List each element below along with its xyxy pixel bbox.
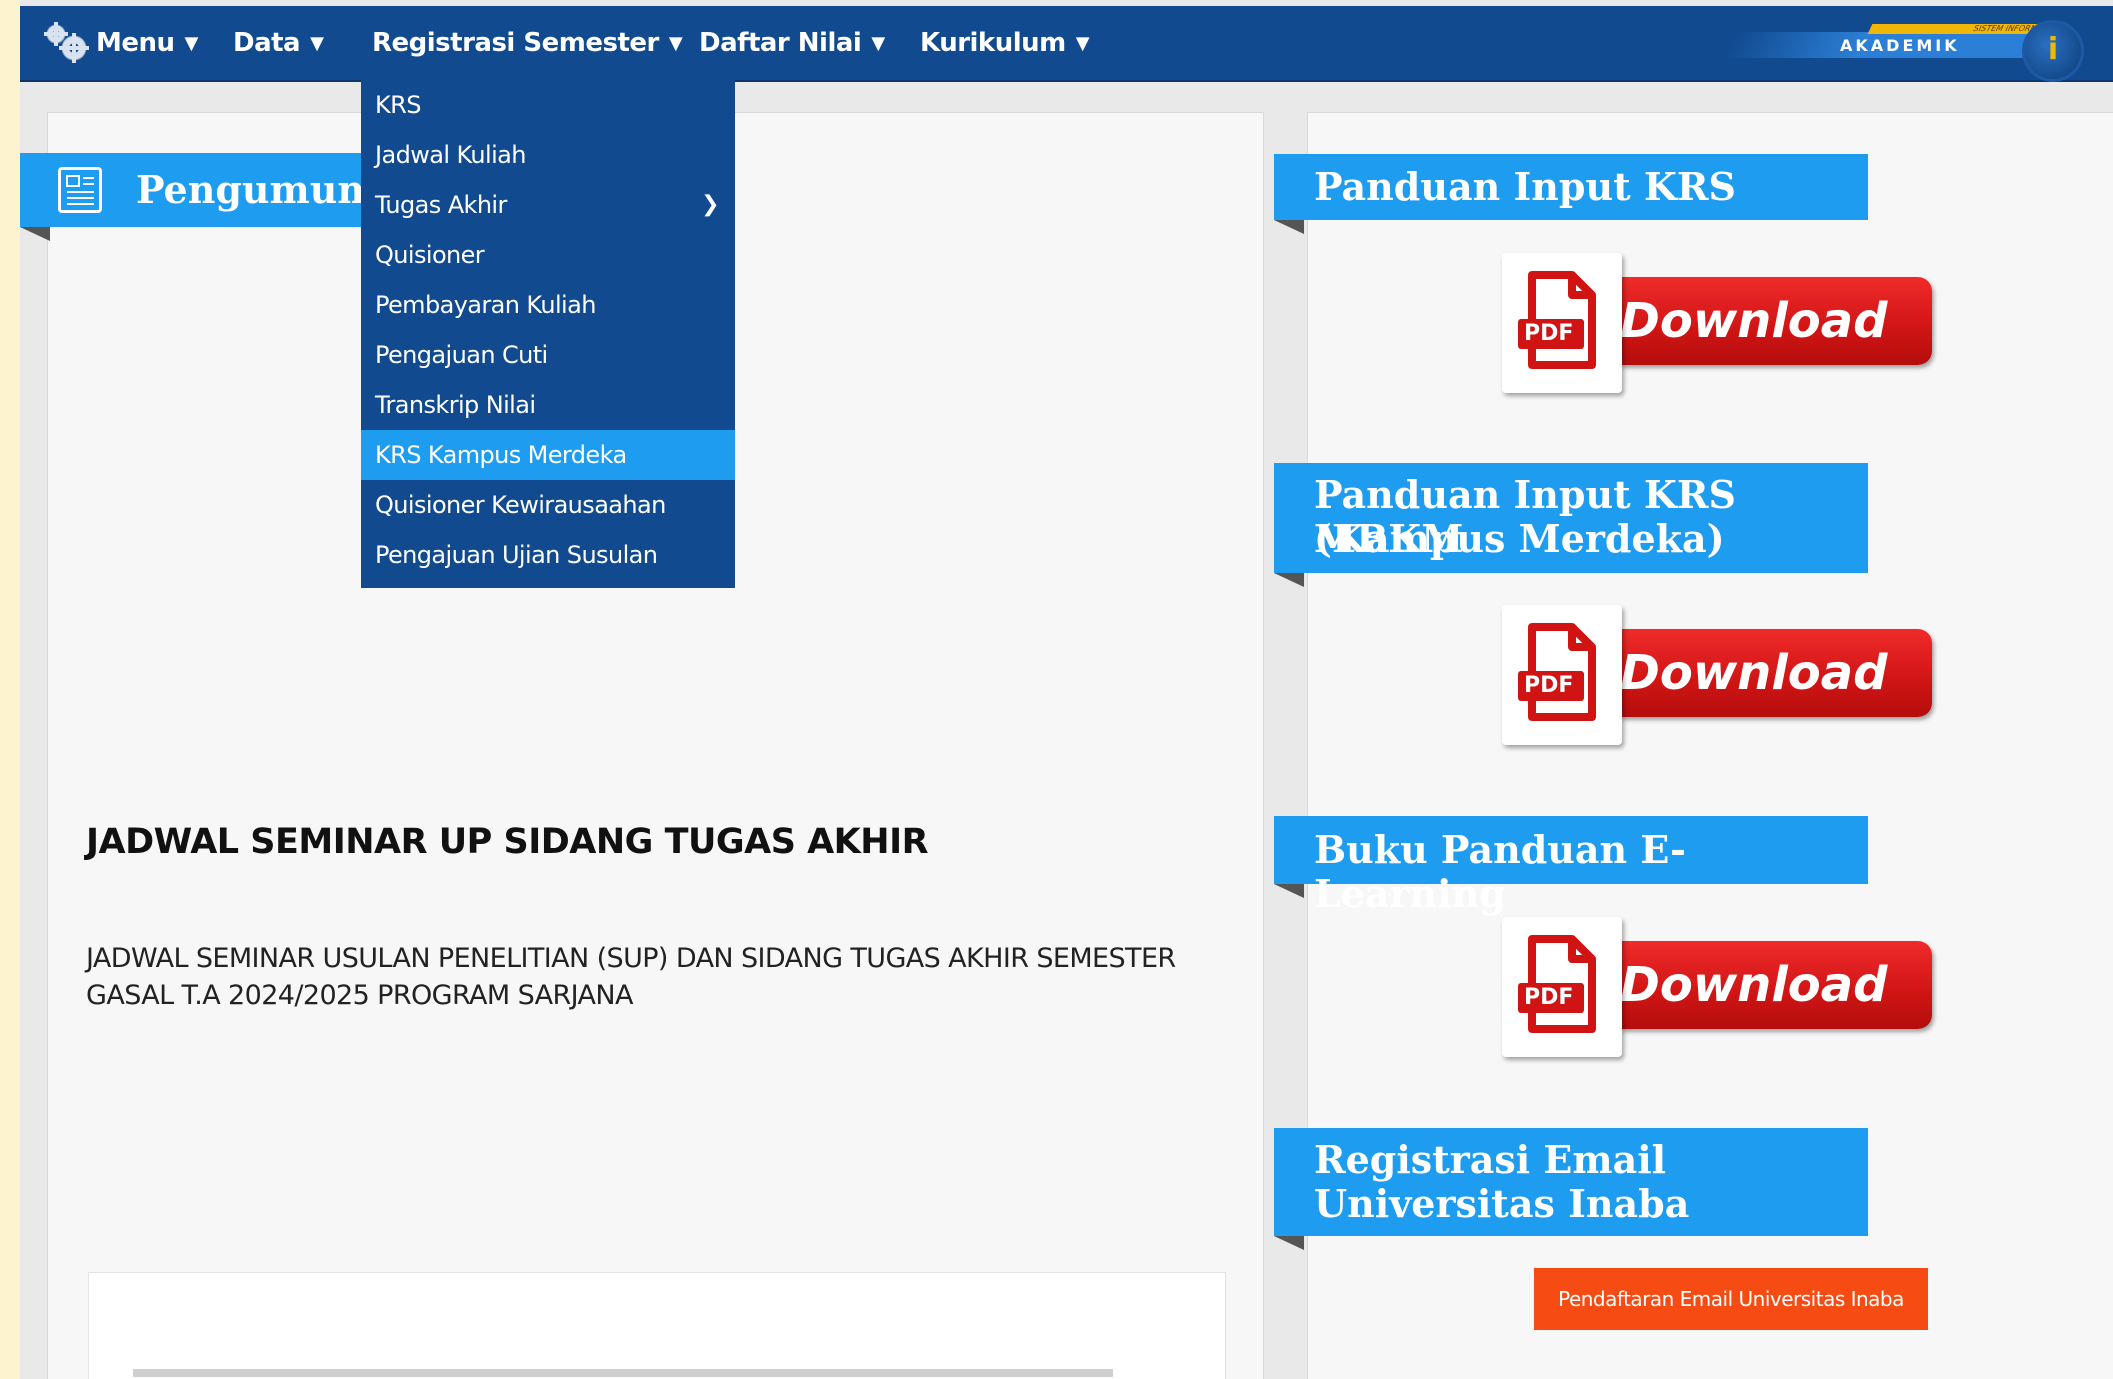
- download-button[interactable]: Download PDF: [1502, 253, 1936, 393]
- section-title-line2: (Kampus Merdeka): [1314, 516, 1725, 561]
- dropdown-item-pengajuan-cuti[interactable]: Pengajuan Cuti: [361, 330, 735, 380]
- pdf-icon: PDF: [1502, 253, 1622, 393]
- top-navbar: Menu ▼ Data ▼ Registrasi Semester ▼ Daftar …: [20, 6, 2113, 82]
- pdf-label: PDF: [1524, 985, 1574, 1010]
- section-ribbon-panduan-krs: Panduan Input KRS: [1274, 154, 1868, 220]
- nav-registrasi-label: Registrasi Semester: [372, 28, 659, 58]
- nav-daftar-nilai[interactable]: Daftar Nilai ▼: [699, 6, 885, 80]
- chevron-right-icon: ❯: [701, 192, 719, 217]
- nav-menu[interactable]: Menu ▼: [96, 6, 198, 80]
- pdf-label: PDF: [1524, 673, 1574, 698]
- embedded-text-line: [133, 1369, 1113, 1377]
- registrasi-semester-dropdown: KRS Jadwal Kuliah Tugas Akhir ❯ Quisione…: [361, 80, 735, 588]
- sidebar-panel: Panduan Input KRS Download PDF Panduan I…: [1274, 112, 2113, 1379]
- dropdown-item-jadwal-kuliah[interactable]: Jadwal Kuliah: [361, 130, 735, 180]
- nav-menu-label: Menu: [96, 28, 175, 58]
- dropdown-item-quisioner[interactable]: Quisioner: [361, 230, 735, 280]
- ribbon-fold: [1274, 220, 1304, 234]
- chevron-down-icon: ▼: [871, 33, 885, 54]
- section-ribbon-elearning: Buku Panduan E-Learning: [1274, 816, 1868, 916]
- pdf-icon: PDF: [1502, 605, 1622, 745]
- section-title-line2: Universitas Inaba: [1314, 1181, 1690, 1226]
- pdf-icon: PDF: [1502, 917, 1622, 1057]
- dropdown-item-tugas-akhir[interactable]: Tugas Akhir ❯: [361, 180, 735, 230]
- section-title: Panduan Input KRS: [1314, 164, 1736, 209]
- download-button[interactable]: Download PDF: [1502, 605, 1936, 745]
- register-email-button[interactable]: Pendaftaran Email Universitas Inaba: [1534, 1268, 1928, 1330]
- browser-viewport: Menu ▼ Data ▼ Registrasi Semester ▼ Daftar …: [20, 0, 2113, 1379]
- newspaper-glyph: [66, 175, 94, 205]
- nav-kurikulum-label: Kurikulum: [920, 28, 1066, 58]
- embedded-document[interactable]: [88, 1272, 1226, 1379]
- section-ribbon-registrasi-email: Registrasi Email Universitas Inaba: [1274, 1128, 1868, 1236]
- akademik-logo: SISTEM INFORMASI AKADEMIK i: [1700, 16, 2113, 82]
- logo-text: AKADEMIK: [1840, 36, 1960, 55]
- dropdown-item-pembayaran-kuliah[interactable]: Pembayaran Kuliah: [361, 280, 735, 330]
- post-body: JADWAL SEMINAR USULAN PENELITIAN (SUP) D…: [86, 943, 1176, 1011]
- pdf-label: PDF: [1524, 321, 1574, 346]
- newspaper-icon: [58, 167, 102, 213]
- dropdown-item-pengajuan-ujian-susulan[interactable]: Pengajuan Ujian Susulan: [361, 530, 735, 580]
- chevron-down-icon: ▼: [668, 33, 683, 54]
- post-title[interactable]: JADWAL SEMINAR UP SIDANG TUGAS AKHIR: [86, 822, 929, 862]
- chevron-down-icon: ▼: [184, 33, 199, 54]
- nav-kurikulum[interactable]: Kurikulum ▼: [920, 6, 1090, 80]
- section-ribbon-panduan-mbkm: Panduan Input KRS MBKM (Kampus Merdeka): [1274, 463, 1868, 573]
- ribbon-fold: [1274, 573, 1304, 587]
- info-icon: i: [2022, 20, 2084, 82]
- ribbon-fold: [20, 227, 50, 241]
- nav-registrasi-semester[interactable]: Registrasi Semester ▼: [372, 6, 683, 80]
- download-button-label: Download: [1620, 277, 1932, 365]
- ribbon-fold: [1274, 1236, 1304, 1250]
- download-button-label: Download: [1620, 941, 1932, 1029]
- nav-data-label: Data: [233, 28, 301, 58]
- chevron-down-icon: ▼: [310, 33, 324, 54]
- nav-daftar-nilai-label: Daftar Nilai: [699, 28, 862, 58]
- dropdown-item-transkrip-nilai[interactable]: Transkrip Nilai: [361, 380, 735, 430]
- download-button[interactable]: Download PDF: [1502, 917, 1936, 1057]
- section-title-line1: Registrasi Email: [1314, 1137, 1667, 1182]
- chevron-down-icon: ▼: [1075, 33, 1090, 54]
- gear-icon: [44, 22, 89, 63]
- download-button-label: Download: [1620, 629, 1932, 717]
- nav-data[interactable]: Data ▼: [233, 6, 324, 80]
- dropdown-item-krs-kampus-merdeka[interactable]: KRS Kampus Merdeka: [361, 430, 735, 480]
- dropdown-item-quisioner-kewirausaahan[interactable]: Quisioner Kewirausaahan: [361, 480, 735, 530]
- ribbon-fold: [1274, 884, 1304, 898]
- dropdown-item-tugas-akhir-label: Tugas Akhir: [375, 191, 507, 219]
- dropdown-item-krs[interactable]: KRS: [361, 80, 735, 130]
- section-title: Buku Panduan E-Learning: [1314, 827, 1686, 916]
